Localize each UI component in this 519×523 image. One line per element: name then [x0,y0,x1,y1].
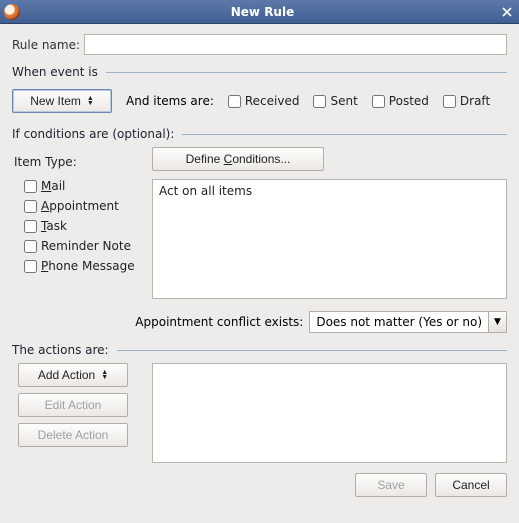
titlebar: New Rule [0,0,519,24]
delete-action-button[interactable]: Delete Action [18,423,128,447]
rule-name-label: Rule name: [12,38,80,52]
received-check-input[interactable] [228,95,241,108]
conflict-row: Appointment conflict exists: Does not ma… [12,311,507,333]
save-button[interactable]: Save [355,473,427,497]
add-action-label: Add Action [38,368,95,382]
divider [182,134,507,135]
chevron-down-icon: ▼ [488,312,506,332]
item-type-column: Item Type: Mail Appointment Task Reminde… [12,147,142,299]
mail-checkbox[interactable]: Mail [24,179,142,193]
actions-heading-label: The actions are: [12,343,109,357]
mail-check-label: Mail [41,179,65,193]
edit-action-label: Edit Action [45,398,102,412]
draft-check-input[interactable] [443,95,456,108]
appointment-check-input[interactable] [24,200,37,213]
received-checkbox[interactable]: Received [228,94,300,108]
cancel-button[interactable]: Cancel [435,473,507,497]
close-button[interactable] [499,4,515,20]
rule-name-row: Rule name: [12,34,507,55]
conditions-heading: If conditions are (optional): [12,127,507,141]
dialog-content: Rule name: When event is New Item ▲▼ And… [0,24,519,505]
task-check-label: Task [41,219,67,233]
received-check-label: Received [245,94,300,108]
new-item-button[interactable]: New Item ▲▼ [12,89,112,113]
task-check-input[interactable] [24,220,37,233]
actions-list-box[interactable] [152,363,507,463]
define-conditions-button[interactable]: Define Conditions... [152,147,324,171]
task-checkbox[interactable]: Task [24,219,142,233]
sent-check-label: Sent [330,94,357,108]
conflict-label: Appointment conflict exists: [135,315,303,329]
item-type-list: Mail Appointment Task Reminder Note Phon… [12,179,142,273]
actions-button-column: Add Action ▲▼ Edit Action Delete Action [12,363,142,463]
dialog-footer: Save Cancel [12,473,507,497]
draft-check-label: Draft [460,94,490,108]
conditions-summary-text: Act on all items [159,184,252,198]
conditions-right: Define Conditions... Act on all items [152,147,507,299]
posted-check-input[interactable] [372,95,385,108]
posted-checkbox[interactable]: Posted [372,94,429,108]
cancel-label: Cancel [452,478,489,492]
sent-checkbox[interactable]: Sent [313,94,357,108]
item-type-label: Item Type: [14,155,142,169]
phone-checkbox[interactable]: Phone Message [24,259,142,273]
edit-action-button[interactable]: Edit Action [18,393,128,417]
actions-heading: The actions are: [12,343,507,357]
conditions-area: Item Type: Mail Appointment Task Reminde… [12,147,507,299]
delete-action-label: Delete Action [38,428,109,442]
mail-check-input[interactable] [24,180,37,193]
window-title: New Rule [26,5,499,19]
when-event-label: When event is [12,65,98,79]
save-label: Save [377,478,404,492]
draft-checkbox[interactable]: Draft [443,94,490,108]
new-item-label: New Item [30,94,81,108]
rule-name-input[interactable] [84,34,507,55]
appointment-checkbox[interactable]: Appointment [24,199,142,213]
define-conditions-label: Define Conditions... [186,152,291,166]
when-event-heading: When event is [12,65,507,79]
conditions-summary-box[interactable]: Act on all items [152,179,507,299]
divider [117,350,507,351]
reminder-check-input[interactable] [24,240,37,253]
spin-icon: ▲▼ [101,370,108,380]
phone-check-input[interactable] [24,260,37,273]
sent-check-input[interactable] [313,95,326,108]
reminder-checkbox[interactable]: Reminder Note [24,239,142,253]
conditions-heading-label: If conditions are (optional): [12,127,174,141]
event-row: New Item ▲▼ And items are: Received Sent… [12,89,507,113]
conflict-select[interactable]: Does not matter (Yes or no) ▼ [309,311,507,333]
close-icon [502,7,512,17]
appointment-check-label: Appointment [41,199,119,213]
divider [106,72,507,73]
conflict-select-value: Does not matter (Yes or no) [310,312,488,332]
posted-check-label: Posted [389,94,429,108]
reminder-check-label: Reminder Note [41,239,131,253]
phone-check-label: Phone Message [41,259,135,273]
add-action-button[interactable]: Add Action ▲▼ [18,363,128,387]
spin-icon: ▲▼ [87,96,94,106]
actions-area: Add Action ▲▼ Edit Action Delete Action [12,363,507,463]
items-are-label: And items are: [126,94,214,108]
app-icon [4,4,20,20]
